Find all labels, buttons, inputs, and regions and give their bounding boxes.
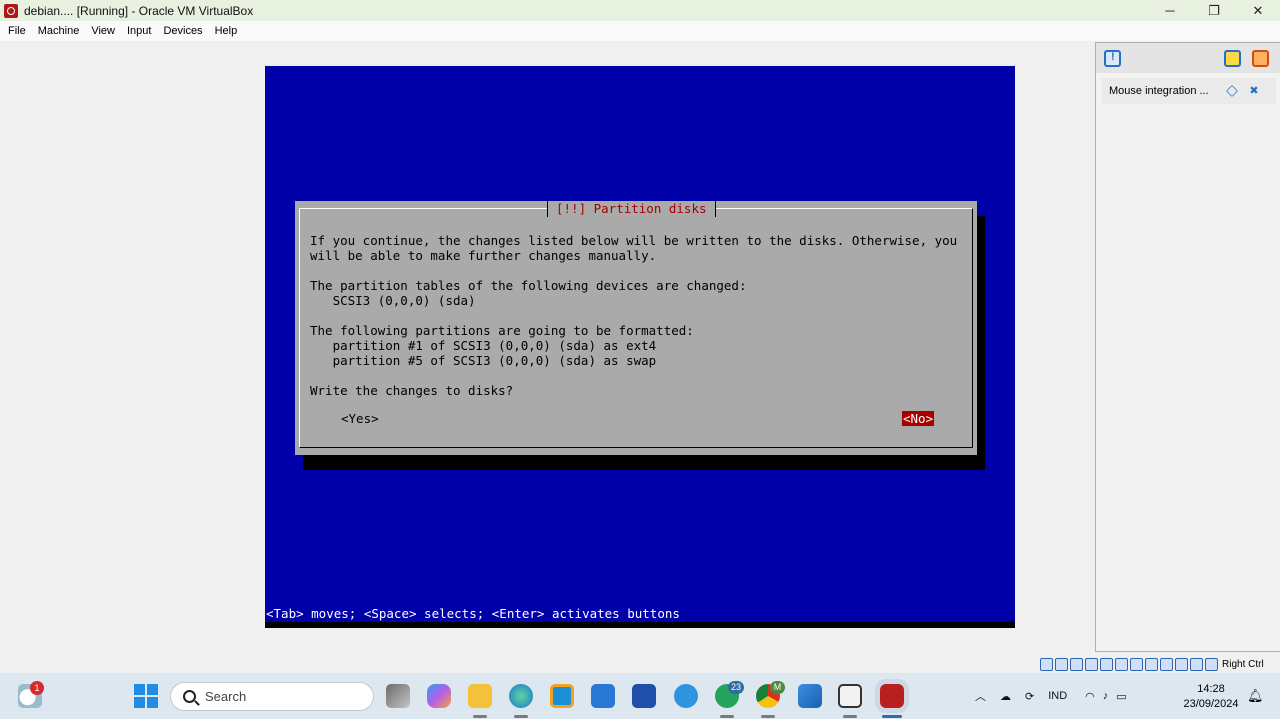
edge-browser-icon[interactable] xyxy=(509,684,533,708)
dialog-text-line: If you continue, the changes listed belo… xyxy=(310,233,958,248)
language-indicator[interactable]: IND xyxy=(1048,690,1067,702)
search-icon xyxy=(183,690,196,703)
dialog-title: [!!] Partition disks xyxy=(547,201,716,217)
notification-item[interactable]: Mouse integration ... ✖ xyxy=(1102,78,1276,104)
chrome-profile-badge: M xyxy=(770,681,785,694)
no-button[interactable]: <No> xyxy=(902,411,935,426)
onedrive-icon[interactable]: ☁ xyxy=(1000,690,1011,703)
system-tray: ︿ ☁ ⟳ IND ◠ ♪ ▭ xyxy=(975,673,1127,719)
start-button[interactable] xyxy=(134,684,158,708)
copilot-icon[interactable] xyxy=(427,684,451,708)
recording-icon[interactable] xyxy=(1145,657,1158,671)
mouse-integration-icon[interactable] xyxy=(1190,657,1203,671)
vm-window-icon[interactable] xyxy=(880,684,904,708)
dialog-text-line: The following partitions are going to be… xyxy=(310,323,694,338)
active-indicator xyxy=(843,715,857,718)
keyboard-capture-icon[interactable] xyxy=(1205,657,1218,671)
notification-panel-header xyxy=(1096,43,1280,73)
display-icon[interactable] xyxy=(1130,657,1143,671)
clock-time: 14:28 xyxy=(1197,683,1225,695)
dialog-text-line: partition #5 of SCSI3 (0,0,0) (sda) as s… xyxy=(310,353,657,368)
clock-date: 23/09/2024 xyxy=(1183,698,1239,710)
notification-info-icon[interactable] xyxy=(1104,50,1121,67)
notification-text: Mouse integration ... xyxy=(1109,85,1209,97)
window-title: debian.... [Running] - Oracle VM Virtual… xyxy=(24,3,254,18)
active-indicator xyxy=(761,715,775,718)
taskbar-search-box[interactable]: Search xyxy=(170,682,374,711)
active-indicator xyxy=(514,715,528,718)
menu-file[interactable]: File xyxy=(2,25,32,37)
help-icon[interactable] xyxy=(674,684,698,708)
windows-taskbar: 1 Search 23 M ︿ ☁ ⟳ IND ◠ ♪ ▭ 14:28 23/0… xyxy=(0,673,1280,719)
menu-devices[interactable]: Devices xyxy=(157,25,208,37)
vm-status-bar: Right Ctrl xyxy=(1040,656,1280,672)
yes-button[interactable]: <Yes> xyxy=(341,411,379,426)
battery-icon[interactable]: ▭ xyxy=(1116,690,1126,703)
dialog-question: Write the changes to disks? xyxy=(310,383,514,398)
app-icon[interactable] xyxy=(550,684,574,708)
sync-icon[interactable]: ⟳ xyxy=(1025,690,1034,703)
features-icon[interactable] xyxy=(1175,657,1188,671)
hard-disk-icon[interactable] xyxy=(1040,657,1053,671)
active-indicator xyxy=(882,715,902,718)
optical-drive-icon[interactable] xyxy=(1055,657,1068,671)
file-explorer-icon[interactable] xyxy=(468,684,492,708)
menu-view[interactable]: View xyxy=(85,25,121,37)
active-indicator xyxy=(473,715,487,718)
notification-bell-icon[interactable]: 🔔︎ xyxy=(1247,688,1264,704)
volume-icon[interactable]: ♪ xyxy=(1103,690,1109,702)
wifi-icon[interactable]: ◠ xyxy=(1085,690,1095,703)
menu-bar: File Machine View Input Devices Help xyxy=(0,21,1280,41)
dialog-text-line: will be able to make further changes man… xyxy=(310,248,657,263)
network-icon[interactable] xyxy=(1085,657,1098,671)
show-hidden-icons-chevron-icon[interactable]: ︿ xyxy=(975,688,986,704)
weather-badge: 1 xyxy=(30,681,44,695)
dialog-text-line: The partition tables of the following de… xyxy=(310,278,747,293)
close-notification-icon[interactable]: ✖ xyxy=(1248,85,1260,97)
whatsapp-badge: 23 xyxy=(728,681,745,694)
microsoft-store-icon[interactable] xyxy=(591,684,615,708)
search-placeholder: Search xyxy=(205,689,247,704)
menu-help[interactable]: Help xyxy=(209,25,244,37)
audio-icon[interactable] xyxy=(1070,657,1083,671)
cpu-icon[interactable] xyxy=(1160,657,1173,671)
dialog-text-line: partition #1 of SCSI3 (0,0,0) (sda) as e… xyxy=(310,338,657,353)
active-indicator xyxy=(720,715,734,718)
do-not-show-icon[interactable] xyxy=(1226,85,1238,97)
dismiss-all-icon[interactable] xyxy=(1252,50,1269,67)
menu-input[interactable]: Input xyxy=(121,25,157,37)
restore-button[interactable]: ❐ xyxy=(1192,0,1236,21)
minimize-button[interactable]: ─ xyxy=(1148,0,1192,21)
task-view-icon[interactable] xyxy=(386,684,410,708)
window-controls: ─ ❐ ✕ xyxy=(1148,0,1280,21)
installer-help-line: <Tab> moves; <Space> selects; <Enter> ac… xyxy=(266,606,680,621)
pin-panel-icon[interactable] xyxy=(1224,50,1241,67)
myhp-icon[interactable] xyxy=(632,684,656,708)
virtualbox-app-icon xyxy=(4,3,18,18)
host-key-label: Right Ctrl xyxy=(1222,658,1264,670)
virtualbox-manager-icon[interactable] xyxy=(838,684,862,708)
window-titlebar: debian.... [Running] - Oracle VM Virtual… xyxy=(0,0,1280,21)
dialog-text-line: SCSI3 (0,0,0) (sda) xyxy=(310,293,476,308)
close-button[interactable]: ✕ xyxy=(1236,0,1280,21)
usb-icon[interactable] xyxy=(1100,657,1113,671)
vm-screen-bottom-strip xyxy=(265,622,1015,628)
taskbar-clock[interactable]: 14:28 23/09/2024 xyxy=(1180,682,1242,712)
shared-folders-icon[interactable] xyxy=(1115,657,1128,671)
partition-disks-dialog: [!!] Partition disks If you continue, th… xyxy=(295,201,977,455)
menu-machine[interactable]: Machine xyxy=(32,25,86,37)
photos-icon[interactable] xyxy=(798,684,822,708)
notification-center-panel: Mouse integration ... ✖ xyxy=(1095,42,1280,652)
